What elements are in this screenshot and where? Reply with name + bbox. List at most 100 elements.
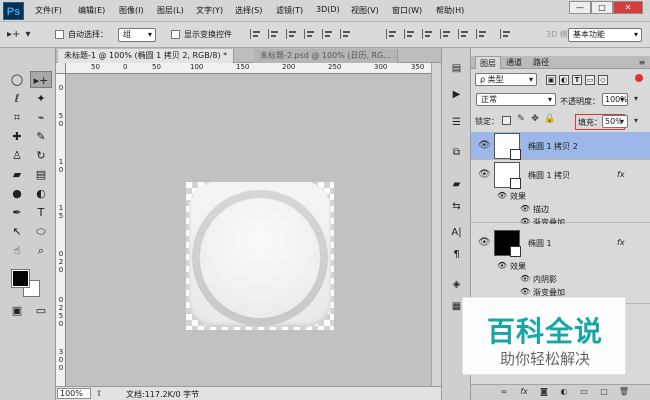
distribute-middle-icon[interactable] [404,29,416,39]
layer-filter-dropdown[interactable]: ρ 类型 [475,73,537,86]
filter-pixel-icon[interactable]: ▣ [546,75,556,85]
paragraph-panel-icon[interactable]: ¶ [446,246,467,263]
ellipse-tool-icon[interactable]: ⬭ [30,223,52,240]
effect-eye-icon[interactable]: 👁 [520,274,530,283]
zoom-field[interactable]: 100% [57,388,91,399]
status-share-icon[interactable]: ⇧ [94,388,104,400]
history-panel-icon[interactable]: ▤ [446,60,467,77]
lock-move-icon[interactable]: ✥ [530,113,540,125]
menu-image[interactable]: 图像(I) [119,5,144,16]
history-brush-icon[interactable]: ↻ [30,147,52,164]
menu-filter[interactable]: 滤镜(T) [276,5,303,16]
effects-eye-icon[interactable]: 👁 [497,261,507,270]
brush-tool-icon[interactable]: ✎ [30,128,52,145]
align-right-icon[interactable] [340,29,352,39]
character-panel-icon[interactable]: A| [446,224,467,241]
opacity-dropdown-icon[interactable]: ▾ [631,93,641,105]
layer-row-ellipse-1-copy-2[interactable]: 👁 椭圆 1 拷贝 2 [471,132,650,160]
new-adjustment-icon[interactable]: ◐ [558,387,570,397]
visibility-eye-icon[interactable]: 👁 [478,237,491,248]
vertical-scrollbar[interactable] [431,63,441,386]
menu-edit[interactable]: 编辑(E) [78,5,105,16]
document-tab-inactive[interactable]: 未标题-2.psd @ 100% (日历, RG... [254,49,398,63]
menu-type[interactable]: 文字(Y) [196,5,223,16]
align-middle-icon[interactable] [268,29,280,39]
maximize-button[interactable]: □ [591,1,613,14]
healing-brush-icon[interactable]: ✚ [6,128,28,145]
align-left-icon[interactable] [304,29,316,39]
filter-smart-object-icon[interactable]: ◇ [598,75,608,85]
tab-layers[interactable]: 图层 [475,56,501,69]
delete-layer-icon[interactable]: 🗑 [618,387,630,397]
layer-name[interactable]: 椭圆 1 拷贝 2 [528,141,578,152]
auto-select-dropdown[interactable]: 组 [118,28,156,42]
crop-tool-icon[interactable]: ⌗ [6,109,28,126]
align-bottom-icon[interactable] [286,29,298,39]
panel-menu-icon[interactable]: ≡ [638,57,646,69]
distribute-right-icon[interactable] [476,29,488,39]
menu-select[interactable]: 选择(S) [235,5,262,16]
clone-source-icon[interactable]: ⧉ [446,144,467,161]
menu-window[interactable]: 窗口(W) [392,5,422,16]
effect-eye-icon[interactable]: 👁 [520,287,530,296]
layer-row-ellipse-1-copy[interactable]: 👁 椭圆 1 拷贝 fx 👁 效果 👁 描边 👁 渐变叠加 [471,161,650,227]
move-tool-icon[interactable]: ▸+ [30,71,52,88]
layer-name[interactable]: 椭圆 1 拷贝 [528,170,570,181]
brush-presets-icon[interactable]: ▰ [446,176,467,193]
align-center-icon[interactable] [322,29,334,39]
lock-paint-icon[interactable]: ✎ [516,113,526,125]
new-layer-icon[interactable]: □ [598,387,610,397]
tab-paths[interactable]: 路径 [529,56,553,69]
distribute-top-icon[interactable] [386,29,398,39]
quick-mask-icon[interactable]: ▣ [6,302,28,319]
lasso-tool-icon[interactable]: ℓ [6,90,28,107]
effect-eye-icon[interactable]: 👁 [520,204,530,213]
align-top-icon[interactable] [250,29,262,39]
clone-stamp-icon[interactable]: ♙ [6,147,28,164]
effect-inner-shadow[interactable]: 内阴影 [533,274,557,285]
3d-panel-icon[interactable]: ◈ [446,276,467,293]
magic-wand-icon[interactable]: ✦ [30,90,52,107]
eraser-tool-icon[interactable]: ▰ [6,166,28,183]
actions-panel-icon[interactable]: ▶ [446,86,467,103]
add-mask-icon[interactable]: ◙ [538,387,550,397]
distribute-left-icon[interactable] [440,29,452,39]
close-button[interactable]: ✕ [613,1,643,14]
new-group-icon[interactable]: ▭ [578,387,590,397]
chevron-down-icon[interactable]: ▾ [23,29,33,41]
effects-eye-icon[interactable]: 👁 [497,191,507,200]
link-layers-icon[interactable]: ∞ [498,387,510,397]
auto-align-icon[interactable] [500,29,512,39]
fill-input[interactable]: 50% [602,115,628,128]
menu-layer[interactable]: 图层(L) [157,5,184,16]
fill-dropdown-icon[interactable]: ▾ [631,115,641,127]
lock-all-icon[interactable]: 🔒 [544,113,555,125]
blur-tool-icon[interactable]: ● [6,185,28,202]
filter-toggle-icon[interactable] [635,74,643,82]
foreground-color-swatch[interactable] [11,269,30,288]
screen-mode-icon[interactable]: ▭ [30,302,52,319]
pen-tool-icon[interactable]: ✒ [6,204,28,221]
menu-file[interactable]: 文件(F) [35,5,62,16]
hand-tool-icon[interactable]: ☝ [6,242,28,259]
path-select-icon[interactable]: ↖ [6,223,28,240]
type-tool-icon[interactable]: T [30,204,52,221]
menu-3d[interactable]: 3D(D) [316,5,340,14]
gradient-tool-icon[interactable]: ▤ [30,166,52,183]
layer-name[interactable]: 椭圆 1 [528,238,552,249]
blend-mode-dropdown[interactable]: 正常 [476,93,556,106]
minimize-button[interactable]: — [569,1,591,14]
show-transform-checkbox[interactable] [171,30,180,39]
tab-channels[interactable]: 通道 [502,56,526,69]
layer-fx-icon[interactable]: fx [617,238,625,247]
menu-help[interactable]: 帮助(H) [436,5,464,16]
dodge-tool-icon[interactable]: ◐ [30,185,52,202]
eyedropper-icon[interactable]: ⌁ [30,109,52,126]
workspace-dropdown[interactable]: 基本功能 [568,28,642,42]
filter-shape-icon[interactable]: ▭ [585,75,595,85]
visibility-eye-icon[interactable]: 👁 [478,169,491,180]
layer-row-ellipse-1[interactable]: 👁 椭圆 1 fx 👁 效果 👁 内阴影 👁 渐变叠加 [471,224,650,304]
opacity-input[interactable]: 100% [602,93,628,106]
canvas-pasteboard[interactable] [66,74,431,386]
auto-select-checkbox[interactable] [55,30,64,39]
